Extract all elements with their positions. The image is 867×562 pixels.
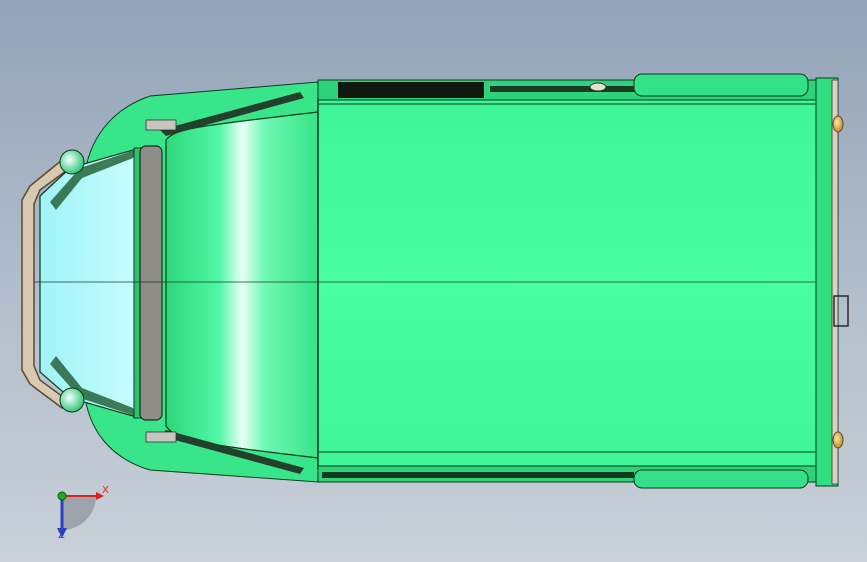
z-axis-label: Z bbox=[58, 530, 65, 541]
y-axis-dot bbox=[57, 491, 67, 501]
cargo-body bbox=[317, 97, 833, 469]
right-mirror bbox=[59, 387, 85, 413]
windshield bbox=[39, 147, 141, 419]
triad-plane-shadow bbox=[62, 496, 96, 530]
bottom-bulge bbox=[633, 469, 809, 489]
rear-bumper bbox=[831, 79, 839, 485]
x-axis-label: X bbox=[102, 485, 109, 496]
top-rail-dark-segment bbox=[338, 82, 484, 98]
bottom-rail-strip bbox=[322, 472, 634, 478]
top-rail-strip bbox=[490, 86, 640, 92]
lower-door-trim bbox=[145, 431, 177, 443]
van-top-view-model[interactable] bbox=[0, 0, 867, 562]
left-mirror bbox=[59, 149, 85, 175]
top-bulge bbox=[633, 73, 809, 97]
rear-lamp-bottom bbox=[832, 431, 844, 449]
cab-roof bbox=[165, 111, 319, 459]
cad-viewport[interactable]: X Z bbox=[0, 0, 867, 562]
dashboard-strip bbox=[139, 145, 163, 421]
top-cap bbox=[589, 82, 607, 92]
rear-lamp-top bbox=[832, 115, 844, 133]
upper-door-trim bbox=[145, 119, 177, 131]
coordinate-triad: X Z bbox=[40, 478, 120, 548]
